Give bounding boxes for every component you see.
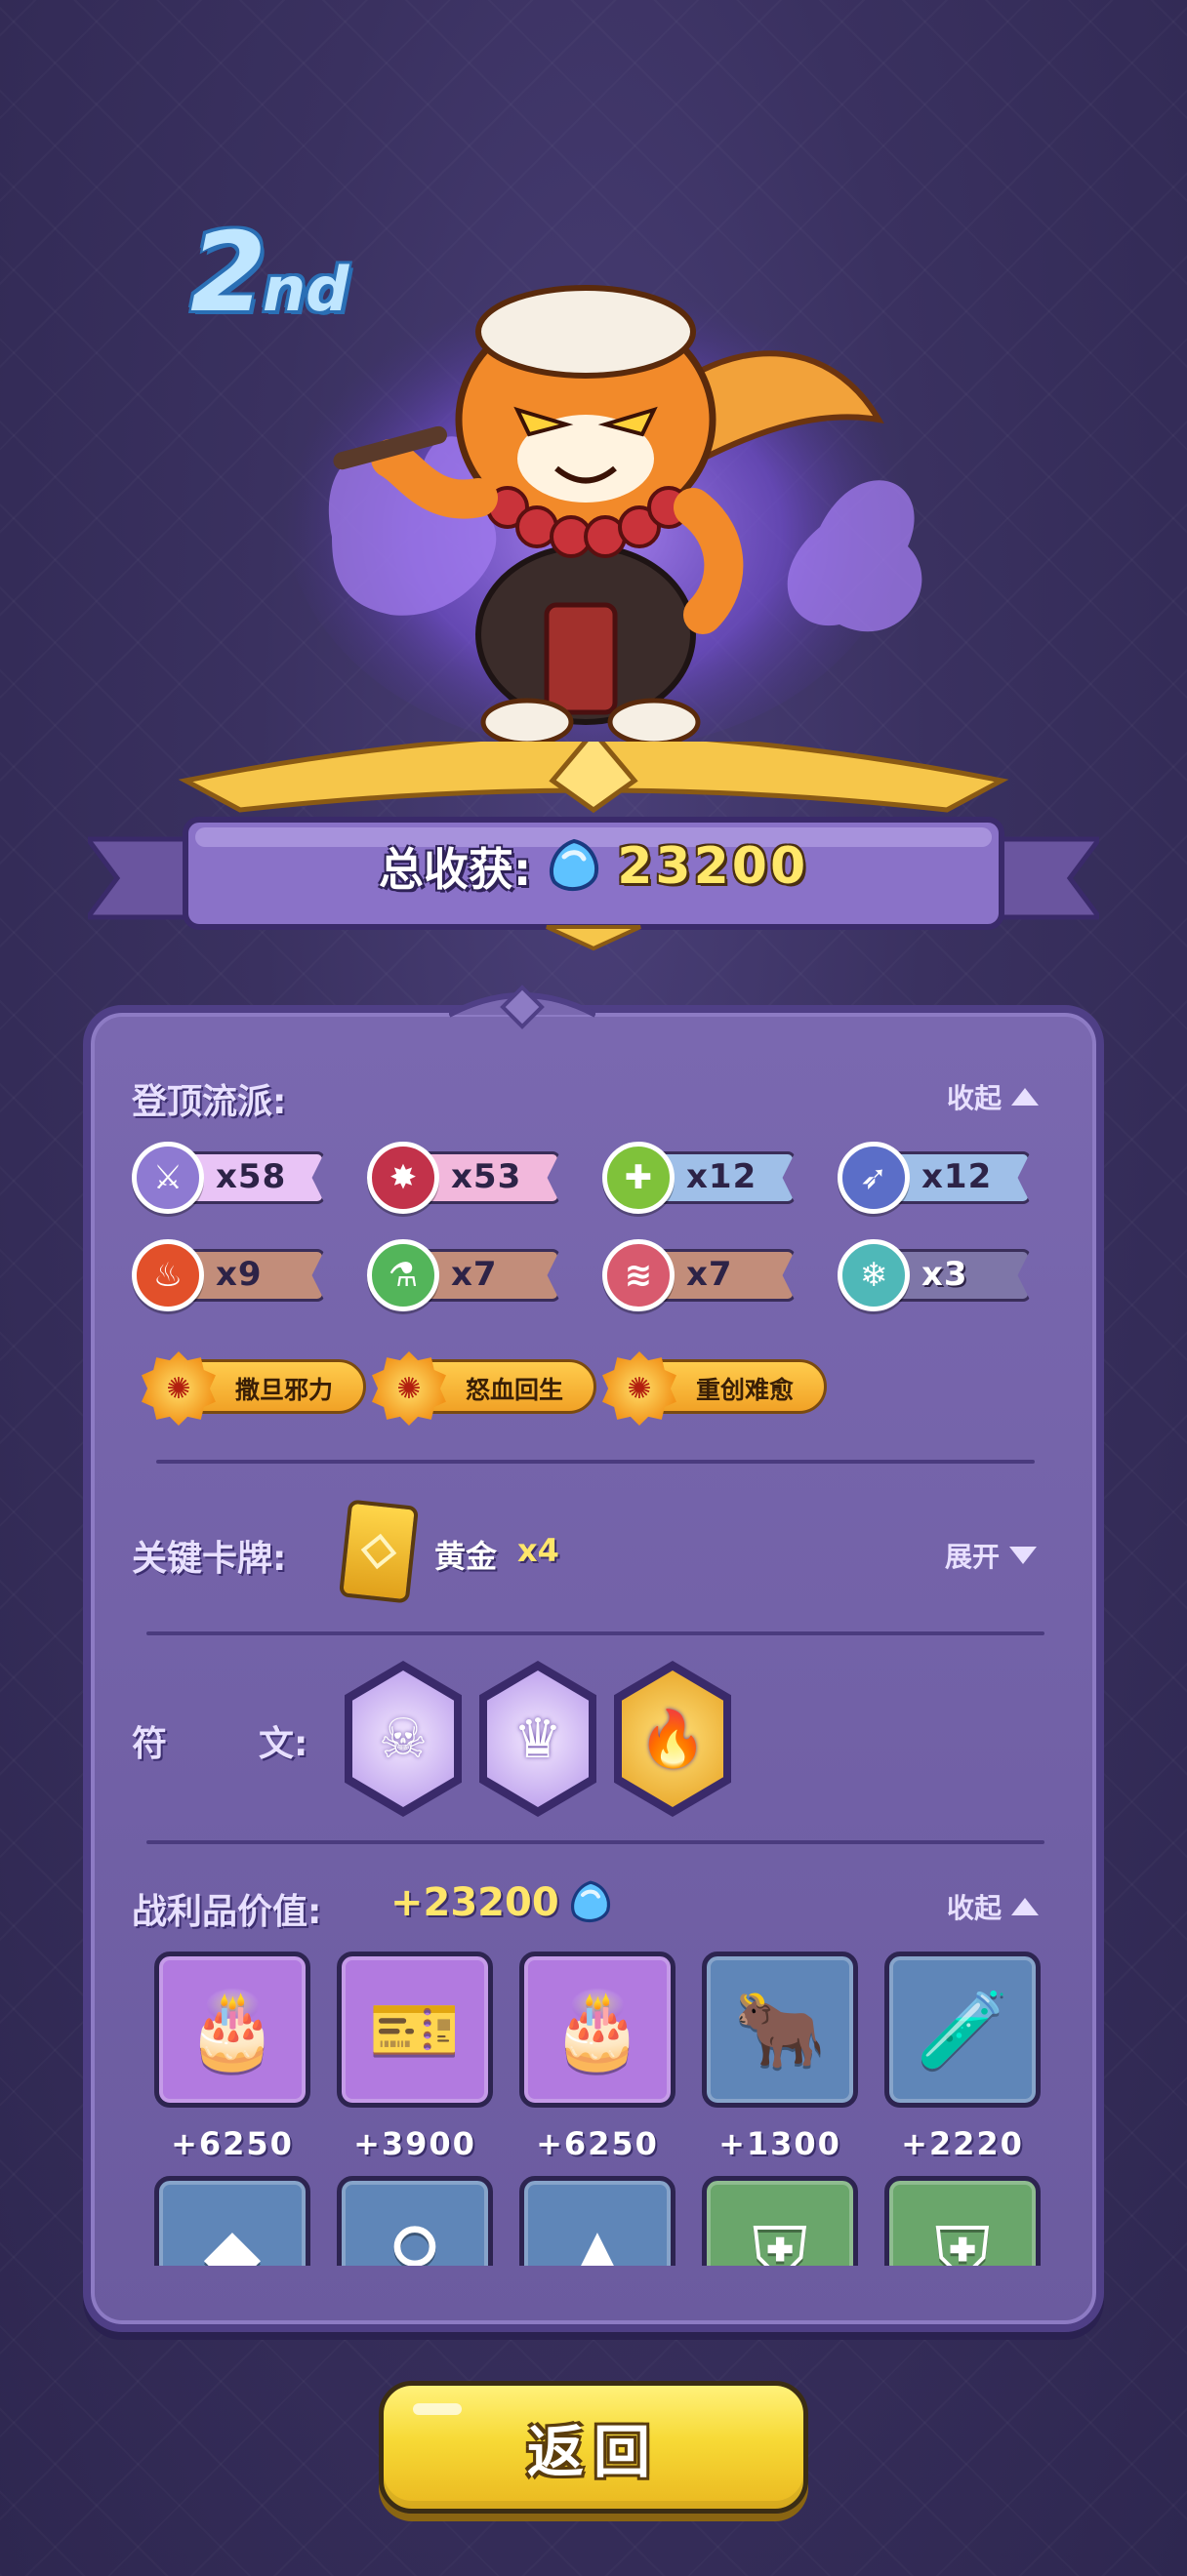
back-button[interactable]: 返回 — [379, 2381, 808, 2514]
chip-count: x12 — [921, 1157, 993, 1196]
total-value: 23200 — [617, 837, 809, 896]
section-divider — [146, 1840, 1044, 1844]
chip-count: x12 — [686, 1157, 757, 1196]
potion-bottle-icon: 🧪 — [916, 1986, 1009, 2073]
trait-label: 撒旦邪力 — [235, 1376, 334, 1404]
total-harvest: 总收获: 23200 — [0, 834, 1187, 899]
cake-icon: 🎂 — [551, 1986, 644, 2073]
boot-icon: ➶ — [838, 1142, 910, 1214]
chip-count: x3 — [921, 1255, 968, 1294]
build-title: 登顶流派: — [132, 1082, 287, 1122]
key-card-name: 黄金 — [434, 1538, 498, 1575]
shield-card-icon: ⛨ — [752, 2209, 808, 2267]
runes-title: 符 — [132, 1724, 168, 1764]
cake-icon: 🎂 — [185, 1986, 279, 2073]
build-chip[interactable]: ≋ x7 — [602, 1239, 796, 1311]
trait-badge[interactable]: ✺ 怒血回生 — [372, 1351, 596, 1426]
flame-burst-icon: ✸ — [367, 1142, 439, 1214]
key-cards-expand-toggle[interactable]: 展开 — [945, 1536, 1038, 1575]
loot-title: 战利品价值: — [132, 1892, 322, 1932]
loot-item-shield-card-icon[interactable]: ⛨ — [702, 2176, 858, 2266]
loot-item-keyring-icon[interactable]: ⚲ — [337, 2176, 493, 2266]
build-chip[interactable]: ⚔ x58 — [132, 1142, 325, 1214]
heal-cross-icon: ✚ — [602, 1142, 675, 1214]
build-chip[interactable]: ♨ x9 — [132, 1239, 325, 1311]
chip-count: x9 — [216, 1255, 263, 1294]
loot-item-fin-icon[interactable]: ▲ — [519, 2176, 675, 2266]
fin-icon: ▲ — [568, 2210, 627, 2267]
section-divider — [146, 1631, 1044, 1635]
loot-item-shield-card-icon[interactable]: ⛨ — [884, 2176, 1041, 2266]
trait-label: 怒血回生 — [466, 1376, 564, 1404]
fire-orb-icon: ♨ — [132, 1239, 204, 1311]
loot-value: +2220 — [901, 2125, 1024, 2162]
loot-item-cake-icon[interactable]: 🎂 — [154, 1952, 310, 2108]
chip-count: x53 — [451, 1157, 522, 1196]
loot-collapse-toggle[interactable]: 收起 — [947, 1887, 1040, 1926]
hero-tiger-character — [283, 263, 922, 751]
crystal-icon: ◆ — [203, 2210, 262, 2267]
loot-item-cake-icon[interactable]: 🎂 — [519, 1952, 675, 2108]
build-toggle-label: 收起 — [947, 1082, 1003, 1114]
key-cards-toggle-label: 展开 — [945, 1541, 1001, 1573]
back-button-label: 返回 — [526, 2419, 660, 2485]
key-card-count: x4 — [517, 1532, 559, 1569]
sword-icon: ⚔ — [132, 1142, 204, 1214]
loot-total: +23200 — [390, 1879, 614, 1926]
bull-totem-icon: 🐂 — [733, 1986, 827, 2073]
panel-notch-ornament — [449, 985, 595, 1029]
loot-item-bull-totem-icon[interactable]: 🐂 — [702, 1952, 858, 2108]
loot-item-vip-ticket-icon[interactable]: 🎫 — [337, 1952, 493, 2108]
build-chip[interactable]: ✚ x12 — [602, 1142, 796, 1214]
claw-icon: ≋ — [602, 1239, 675, 1311]
key-cards-title: 关键卡牌: — [132, 1539, 287, 1579]
vip-ticket-icon: 🎫 — [368, 1986, 462, 2073]
shield-card-icon: ⛨ — [934, 2209, 991, 2267]
chip-count: x7 — [686, 1255, 733, 1294]
gold-card-icon — [338, 1499, 420, 1604]
snowflake-icon: ❄ — [838, 1239, 910, 1311]
potion-icon: ⚗ — [367, 1239, 439, 1311]
loot-value: +1300 — [718, 2125, 841, 2162]
gem-icon — [550, 838, 599, 892]
loot-value: +3900 — [353, 2125, 476, 2162]
loot-total-value: +23200 — [390, 1880, 559, 1925]
build-chip[interactable]: ❄ x3 — [838, 1239, 1031, 1311]
loot-toggle-label: 收起 — [947, 1892, 1003, 1924]
loot-item-potion-bottle-icon[interactable]: 🧪 — [884, 1952, 1041, 2108]
build-chip[interactable]: ⚗ x7 — [367, 1239, 560, 1311]
section-divider — [156, 1460, 1035, 1464]
loot-value: +6250 — [536, 2125, 659, 2162]
keyring-icon: ⚲ — [388, 2210, 442, 2267]
loot-value: +6250 — [171, 2125, 294, 2162]
trait-badge[interactable]: ✺ 撒旦邪力 — [142, 1351, 366, 1426]
total-label: 总收获: — [378, 843, 532, 896]
chip-count: x58 — [216, 1157, 287, 1196]
gem-icon — [570, 1880, 610, 1923]
rank-number: 2 — [190, 210, 266, 337]
runes-title-2: 文: — [259, 1724, 308, 1764]
build-collapse-toggle[interactable]: 收起 — [947, 1077, 1040, 1116]
chevron-down-icon — [1009, 1547, 1038, 1564]
trait-badge[interactable]: ✺ 重创难愈 — [602, 1351, 827, 1426]
loot-item-crystal-icon[interactable]: ◆ — [154, 2176, 310, 2266]
chevron-up-icon — [1011, 1088, 1040, 1106]
trait-label: 重创难愈 — [696, 1376, 795, 1404]
chevron-up-icon — [1011, 1898, 1040, 1915]
build-chip[interactable]: ➶ x12 — [838, 1142, 1031, 1214]
chip-count: x7 — [451, 1255, 498, 1294]
build-chip[interactable]: ✸ x53 — [367, 1142, 560, 1214]
loot-grid-viewport[interactable]: 🎂 +6250 🎫 +3900 🎂 +6250 🐂 +1300 🧪 +2220 ◆ ⚲ ▲ ⛨ ⛨ — [127, 1952, 1064, 2266]
